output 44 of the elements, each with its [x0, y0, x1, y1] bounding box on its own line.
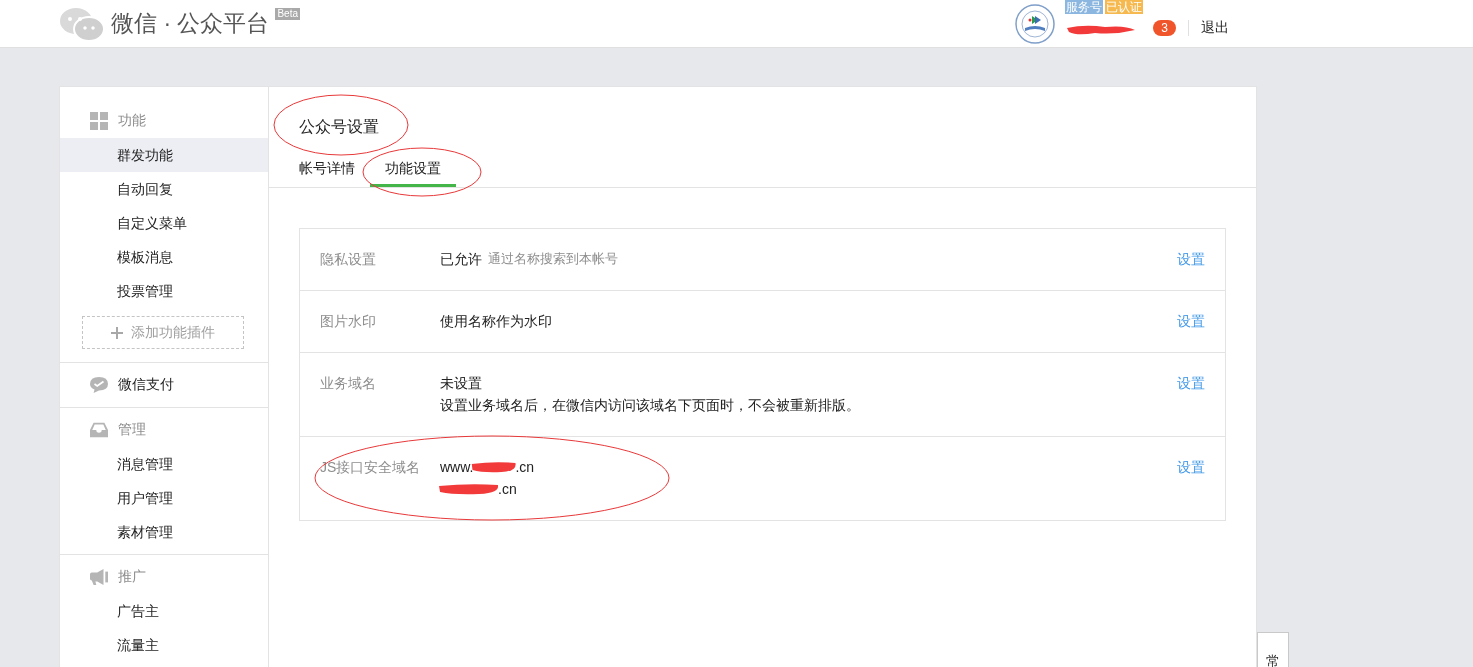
setting-label: 隐私设置	[320, 250, 377, 269]
sidebar-item[interactable]: 微信支付	[60, 368, 268, 402]
inbox-icon	[90, 422, 108, 438]
sidebar-item[interactable]: 流量主	[60, 628, 268, 662]
setting-label: 图片水印	[320, 312, 377, 331]
redaction-scribble	[438, 483, 500, 495]
setting-value: 使用名称作为水印	[440, 312, 552, 331]
chat-bubbles-icon	[59, 7, 105, 42]
sidebar-item[interactable]: 用户管理	[60, 481, 268, 515]
sidebar-item[interactable]: 消息管理	[60, 447, 268, 481]
domain-text: .cn	[515, 458, 535, 477]
redaction-scribble	[471, 461, 518, 473]
logout-link[interactable]: 退出	[1201, 18, 1229, 37]
account-tag: 已认证	[1105, 0, 1144, 14]
megaphone-icon	[90, 568, 108, 586]
grid-icon	[90, 112, 108, 130]
setting-value: 未设置	[440, 374, 482, 393]
sidebar-group-label: 管理	[118, 421, 146, 439]
avatar-emblem-icon[interactable]	[1015, 3, 1056, 44]
account-tag: 服务号	[1065, 0, 1104, 14]
setting-note: 通过名称搜索到本帐号	[488, 250, 618, 268]
beta-badge: Beta	[275, 8, 301, 20]
domain-text: .cn	[498, 480, 517, 499]
sidebar-group-label: 推广	[118, 568, 146, 586]
setting-label: 业务域名	[320, 374, 377, 393]
sidebar-item[interactable]: 自定义菜单	[60, 206, 268, 240]
tab[interactable]: 帐号详情	[284, 158, 370, 187]
plus-icon	[111, 326, 123, 339]
sidebar-item[interactable]: 广告主	[60, 594, 268, 628]
sidebar-item[interactable]: 自动回复	[60, 172, 268, 206]
sidebar-item[interactable]: 模板消息	[60, 240, 268, 274]
sidebar-item[interactable]: 素材管理	[60, 515, 268, 549]
sidebar-group-label: 功能	[118, 112, 146, 130]
setting-description: 设置业务域名后，在微信内访问该域名下页面时，不会被重新排版。	[440, 396, 861, 415]
notification-count[interactable]: 3	[1153, 19, 1176, 36]
setting-label: JS接口安全域名	[320, 458, 422, 477]
side-widget[interactable]: 常	[1257, 632, 1289, 667]
check-bubble-icon	[90, 376, 108, 394]
sidebar-item[interactable]: 投票管理	[60, 274, 268, 308]
setting-value: 已允许	[440, 250, 482, 269]
platform-title: 微信 · 公众平台	[111, 9, 270, 38]
page-title: 公众号设置	[299, 117, 379, 137]
domain-text: www.	[440, 458, 474, 477]
sidebar-item[interactable]: 群发功能	[60, 138, 268, 172]
